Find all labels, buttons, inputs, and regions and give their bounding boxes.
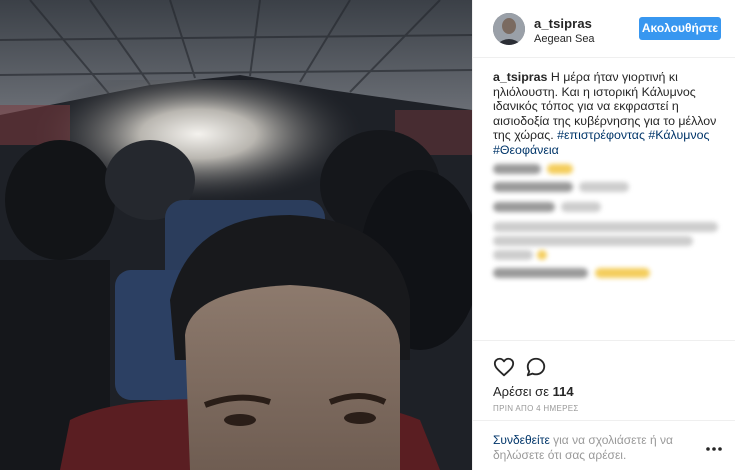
hashtag[interactable]: #επιστρέφοντας (557, 128, 645, 142)
likes-number: 114 (552, 384, 574, 399)
comments-section: a_tsipras Η μέρα ήταν γιορτινή κι ηλιόλο… (493, 70, 725, 157)
post-photo (0, 0, 472, 470)
likes-count[interactable]: Αρέσει σε 114 (493, 384, 574, 399)
comment-footer: Συνδεθείτε για να σχολιάσετε ή να δηλώσε… (473, 420, 735, 470)
heart-icon[interactable] (493, 356, 515, 378)
login-prompt: Συνδεθείτε για να σχολιάσετε ή να δηλώσε… (493, 433, 693, 463)
more-options-icon[interactable] (706, 439, 722, 451)
blurred-comments (493, 158, 725, 278)
caption: a_tsipras Η μέρα ήταν γιορτινή κι ηλιόλο… (493, 70, 725, 157)
post-sidebar: a_tsipras Aegean Sea Ακολουθήστε a_tsipr… (472, 0, 735, 470)
post-header: a_tsipras Aegean Sea Ακολουθήστε (473, 0, 735, 58)
location[interactable]: Aegean Sea (534, 33, 595, 45)
post-time[interactable]: ΠΡΙΝ ΑΠΟ 4 ΗΜΕΡΕΣ (493, 404, 579, 413)
caption-username[interactable]: a_tsipras (493, 70, 547, 84)
username[interactable]: a_tsipras (534, 16, 592, 31)
follow-button[interactable]: Ακολουθήστε (639, 17, 721, 40)
comment-icon[interactable] (525, 356, 547, 378)
likes-label: Αρέσει σε (493, 384, 553, 399)
avatar[interactable] (493, 13, 525, 45)
hashtag[interactable]: #Κάλυμνος (648, 128, 709, 142)
login-link[interactable]: Συνδεθείτε (493, 433, 550, 447)
hashtag[interactable]: #Θεοφάνεια (493, 143, 559, 157)
